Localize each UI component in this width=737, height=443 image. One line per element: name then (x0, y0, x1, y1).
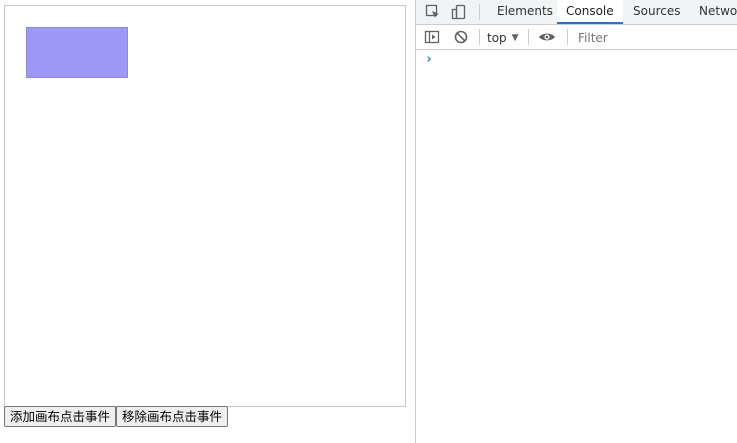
page-viewport: 添加画布点击事件 移除画布点击事件 (0, 0, 415, 443)
drawing-canvas[interactable] (4, 5, 406, 407)
device-toolbar-icon[interactable] (450, 3, 468, 21)
devtools-tabbar: Elements Console Sources Network (416, 0, 737, 25)
tab-sources[interactable]: Sources (624, 0, 689, 24)
show-sidebar-icon[interactable] (423, 28, 441, 46)
devtools-panel: Elements Console Sources Network (415, 0, 737, 443)
context-selector[interactable]: top ▼ (487, 29, 519, 46)
canvas-rectangle (26, 27, 128, 78)
tab-network[interactable]: Network (690, 0, 737, 24)
console-filter-input[interactable] (574, 28, 737, 47)
console-toolbar: top ▼ (416, 25, 737, 50)
add-canvas-click-event-button[interactable]: 添加画布点击事件 (4, 406, 117, 427)
button-row: 添加画布点击事件 移除画布点击事件 (4, 406, 229, 427)
window: 添加画布点击事件 移除画布点击事件 Elements Console Sourc (0, 0, 737, 443)
inspect-element-icon[interactable] (424, 3, 442, 21)
context-selector-value: top (487, 30, 507, 45)
toolbar-divider (479, 4, 480, 20)
remove-canvas-click-event-button[interactable]: 移除画布点击事件 (116, 406, 229, 427)
tab-console[interactable]: Console (557, 0, 623, 24)
dropdown-arrow-icon: ▼ (511, 32, 519, 43)
console-prompt-icon[interactable]: › (425, 52, 433, 67)
toolbar-divider (567, 29, 568, 45)
tab-elements[interactable]: Elements (488, 0, 562, 24)
toolbar-divider (528, 29, 529, 45)
toolbar-divider (479, 29, 480, 45)
clear-console-icon[interactable] (452, 28, 470, 46)
live-expression-eye-icon[interactable] (538, 28, 556, 46)
